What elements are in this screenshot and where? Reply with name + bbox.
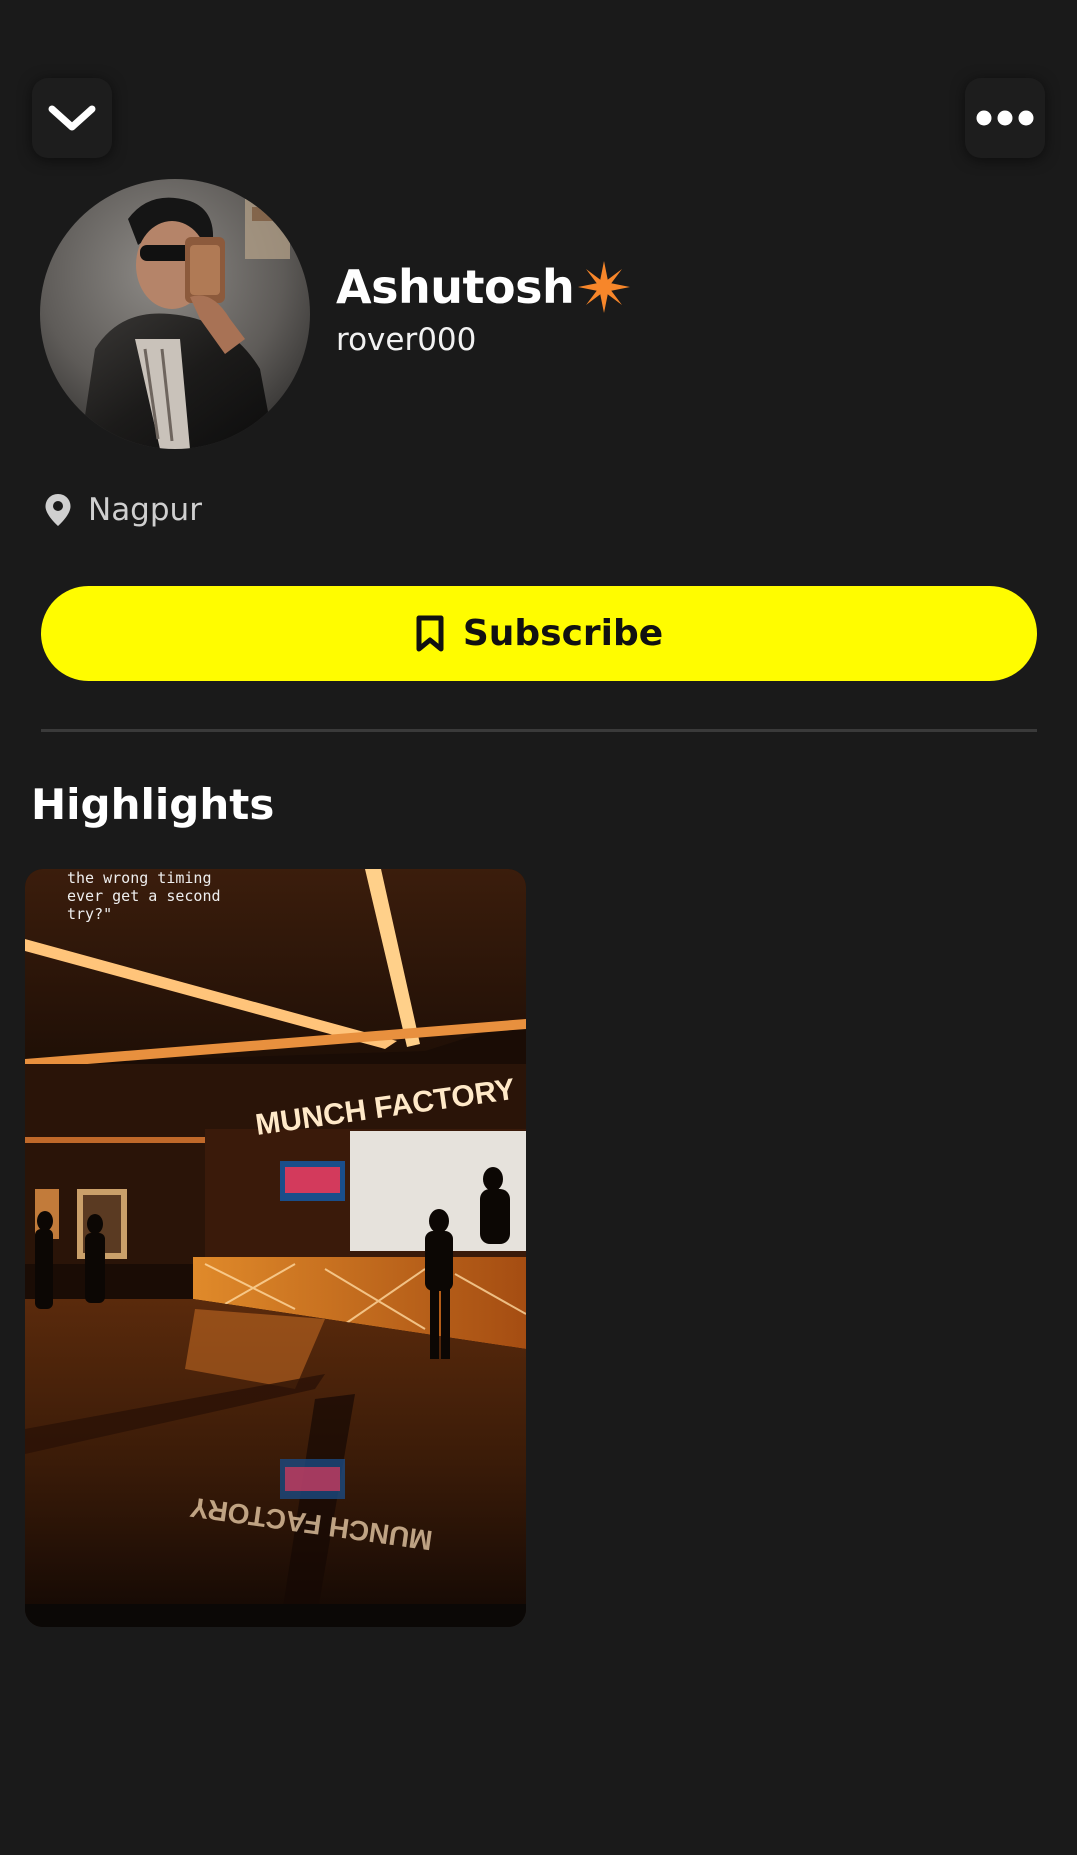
bookmark-icon <box>416 615 444 651</box>
highlight-thumbnail: MUNCH FACTORY MUNCH FACTORY <box>25 869 526 1627</box>
avatar[interactable] <box>40 179 310 449</box>
sparkle-star-icon <box>578 261 631 313</box>
highlights-title: Highlights <box>31 780 275 829</box>
more-options-button[interactable] <box>965 78 1045 158</box>
location-label: Nagpur <box>88 492 202 528</box>
divider <box>41 729 1037 732</box>
location: Nagpur <box>44 486 202 534</box>
more-horizontal-icon <box>976 110 1034 126</box>
subscribe-button[interactable]: Subscribe <box>41 586 1037 681</box>
subscribe-label: Subscribe <box>462 613 664 654</box>
chevron-down-icon <box>48 105 96 131</box>
highlight-caption: the wrong timing ever get a second try?" <box>67 869 221 923</box>
username: rover000 <box>336 322 477 358</box>
display-name: Ashutosh <box>336 260 575 314</box>
back-button[interactable] <box>32 78 112 158</box>
highlight-item[interactable]: MUNCH FACTORY MUNCH FACTORY the wrong ti… <box>25 869 526 1627</box>
map-pin-icon <box>45 494 71 526</box>
